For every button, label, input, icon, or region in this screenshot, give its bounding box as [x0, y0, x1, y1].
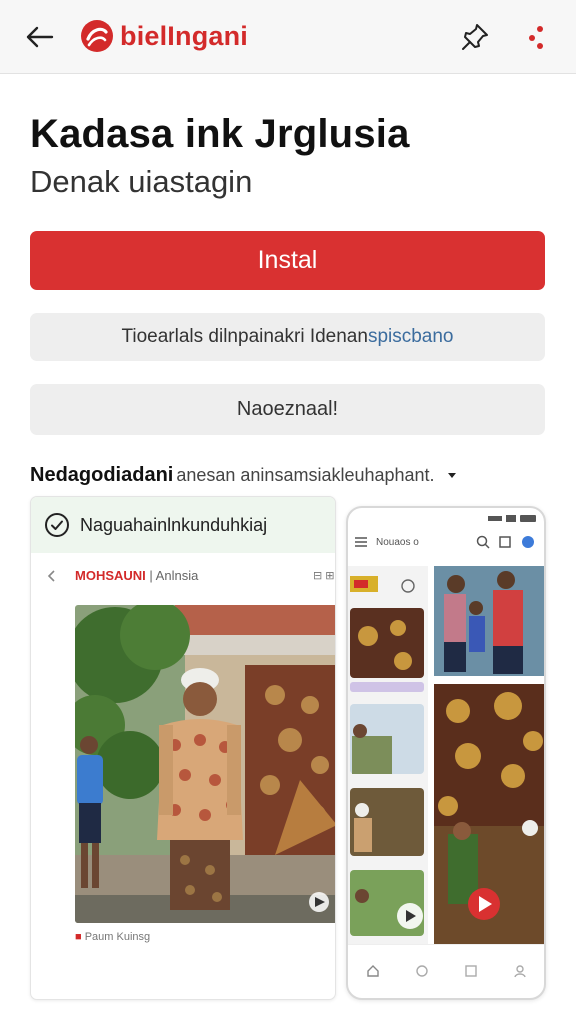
- phone-header-icons: [476, 535, 534, 549]
- home-icon: [366, 964, 379, 977]
- profile-icon: [513, 964, 526, 977]
- back-arrow-icon[interactable]: [22, 22, 56, 52]
- explore-icon: [415, 964, 428, 977]
- install-button[interactable]: Instal: [30, 231, 545, 290]
- secondary-button[interactable]: Naoeznaal!: [30, 384, 545, 435]
- phone-app-header: Nouaos o: [348, 526, 544, 562]
- info-button[interactable]: Tioearlals dilnpainakri Idenan spiscbano: [30, 313, 545, 361]
- menu-icon: [355, 537, 367, 547]
- nav-home: [366, 964, 380, 978]
- photo-caption: ■ Paum Kuinsg: [75, 931, 151, 943]
- card-header-text: Naguahainlnkunduhkiaj: [80, 514, 268, 535]
- more-options-icon[interactable]: [526, 20, 550, 54]
- section-title: Nedagodiadani: [30, 463, 174, 486]
- card-header: Naguahainlnkunduhkiaj: [31, 497, 335, 553]
- nav-explore: [415, 964, 429, 978]
- mini-back-icon: [47, 570, 55, 582]
- check-circle-icon: [45, 513, 69, 537]
- info-button-label: Tioearlals dilnpainakri Idenan: [121, 326, 368, 347]
- mini-menu-icon: ⊟ ⊞: [313, 570, 335, 582]
- phone-header-text: Nouaos o: [376, 537, 419, 548]
- phone-bottom-nav: [348, 944, 544, 996]
- app-developer[interactable]: Denak uiastagin: [30, 164, 252, 200]
- status-bar: [488, 515, 536, 522]
- brand-logo: bielIngani: [80, 14, 248, 58]
- chevron-down-icon[interactable]: [445, 468, 459, 482]
- app-title: Kadasa ink Jrglusia: [30, 112, 410, 156]
- phone-screenshot[interactable]: Nouaos o: [346, 506, 546, 1000]
- screenshot-card[interactable]: Naguahainlnkunduhkiaj MOHSAUNI | Anlnsia…: [30, 496, 336, 1000]
- brand-mark-icon: [81, 20, 113, 52]
- screenshot-photo: [75, 605, 335, 923]
- section-description: anesan aninsamsiakleuhaphant.: [176, 464, 435, 485]
- nav-profile: [513, 964, 527, 978]
- library-icon: [464, 964, 477, 977]
- info-button-link: spiscbano: [367, 326, 454, 347]
- brand-name: bielIngani: [120, 20, 249, 51]
- app-header: bielIngani: [0, 0, 576, 74]
- mini-title: MOHSAUNI | Anlnsia: [75, 568, 199, 583]
- section-header[interactable]: Nedagodiadani anesan aninsamsiakleuhapha…: [30, 462, 550, 488]
- pin-icon[interactable]: [458, 20, 492, 54]
- nav-library: [464, 964, 478, 978]
- phone-feed: [348, 566, 544, 944]
